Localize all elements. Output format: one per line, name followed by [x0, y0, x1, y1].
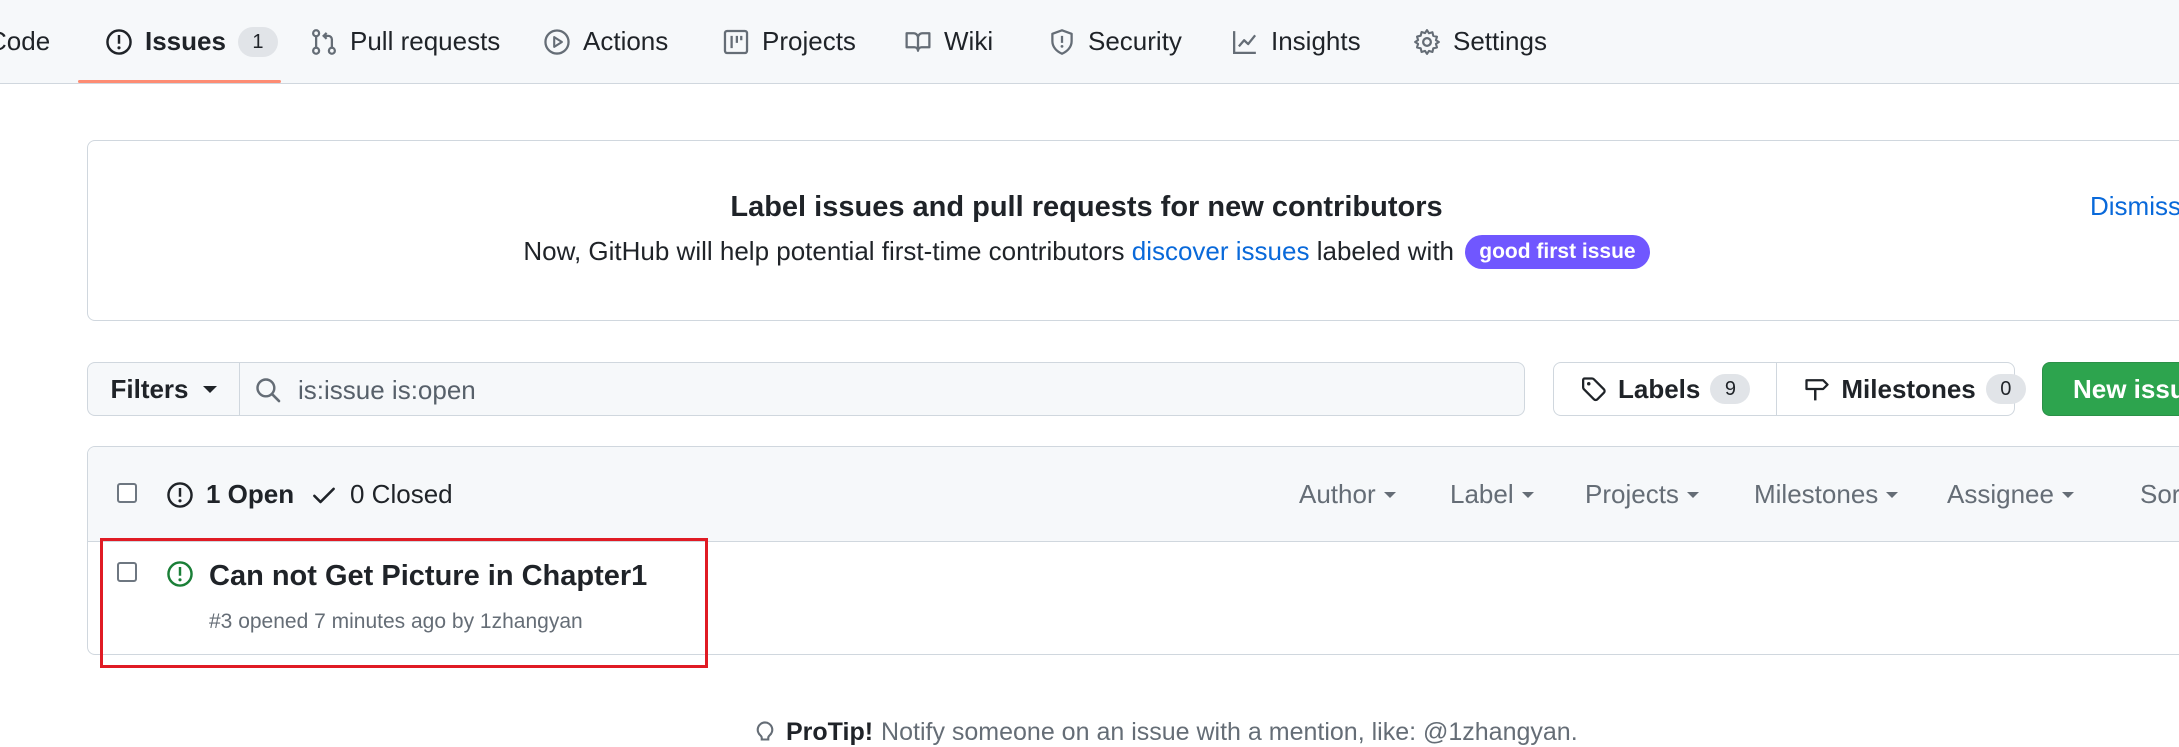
new-contributors-banner: Label issues and pull requests for new c…	[87, 140, 2179, 321]
closed-issues-filter[interactable]: 0 Closed	[310, 479, 453, 510]
tab-label: Issues	[145, 26, 226, 56]
tab-label: Actions	[583, 26, 669, 56]
tab-code[interactable]: Code	[0, 0, 50, 83]
projects-filter-menu[interactable]: Projects	[1585, 479, 1699, 510]
tab-insights[interactable]: Insights	[1231, 0, 1361, 83]
open-issues-filter[interactable]: 1 Open	[166, 479, 294, 510]
assignee-filter-menu[interactable]: Assignee	[1947, 479, 2074, 510]
tab-label: Wiki	[944, 26, 994, 56]
issue-checkbox[interactable]	[117, 562, 137, 582]
tab-label: Settings	[1453, 26, 1547, 56]
discover-issues-link[interactable]: discover issues	[1132, 236, 1310, 266]
issue-opened-icon	[106, 28, 132, 55]
light-bulb-icon	[756, 720, 774, 741]
chevron-down-icon	[202, 385, 217, 393]
banner-title: Label issues and pull requests for new c…	[730, 191, 1443, 223]
menu-label: Milestones	[1754, 479, 1879, 509]
milestones-label: Milestones	[1841, 373, 1976, 404]
tab-settings[interactable]: Settings	[1413, 0, 1547, 83]
tab-label: Projects	[762, 26, 856, 56]
banner-text-before: Now, GitHub will help potential first-ti…	[523, 236, 1125, 266]
menu-label: Assignee	[1947, 479, 2054, 509]
author-filter-menu[interactable]: Author	[1299, 479, 1396, 510]
labels-count: 9	[1710, 374, 1751, 404]
tab-label: Pull requests	[350, 26, 501, 56]
dismiss-button[interactable]: Dismiss	[2090, 191, 2179, 222]
chevron-down-icon	[1886, 491, 1899, 498]
menu-label: Label	[1450, 479, 1514, 509]
protip: ProTip! Notify someone on an issue with …	[752, 718, 1578, 747]
select-all-checkbox[interactable]	[117, 483, 137, 503]
labels-button[interactable]: Labels 9	[1554, 363, 1776, 415]
issue-opened-icon	[167, 481, 193, 508]
chevron-down-icon	[2061, 491, 2074, 498]
tag-icon	[1582, 377, 1606, 402]
chevron-down-icon	[1686, 491, 1699, 498]
issue-time[interactable]: 7 minutes ago	[314, 610, 446, 633]
protip-text: Notify someone on an issue with a mentio…	[881, 718, 1578, 746]
tab-wiki[interactable]: Wiki	[904, 0, 993, 83]
tab-security[interactable]: Security	[1048, 0, 1182, 83]
tab-actions[interactable]: Actions	[543, 0, 668, 83]
issue-row[interactable]: Can not Get Picture in Chapter1 #3 opene…	[88, 542, 2179, 654]
label-filter-menu[interactable]: Label	[1450, 479, 1534, 510]
book-icon	[905, 31, 931, 52]
filters-label: Filters	[110, 373, 189, 404]
milestones-count: 0	[1985, 374, 2026, 404]
menu-label: Sort	[2140, 479, 2179, 509]
gear-icon	[1414, 28, 1440, 55]
git-pull-request-icon	[312, 28, 336, 55]
issue-search	[239, 362, 1525, 417]
new-issue-button[interactable]: New issue	[2042, 362, 2179, 416]
banner-text-after: labeled with	[1316, 236, 1455, 266]
chevron-down-icon	[1383, 491, 1396, 498]
tab-issues[interactable]: Issues 1	[105, 0, 278, 83]
issue-title-link[interactable]: Can not Get Picture in Chapter1	[209, 560, 647, 593]
shield-icon	[1051, 28, 1073, 55]
issue-number: #3	[209, 610, 233, 633]
banner-text: Now, GitHub will help potential first-ti…	[20, 235, 2153, 269]
issues-list: 1 Open 0 Closed Author Label Projects Mi…	[87, 446, 2179, 655]
sort-menu[interactable]: Sort	[2140, 479, 2179, 510]
milestone-icon	[1805, 379, 1830, 401]
search-input[interactable]	[296, 363, 1500, 417]
issue-by-text: by	[451, 610, 475, 633]
menu-label: Projects	[1585, 479, 1679, 509]
tab-label: Security	[1088, 26, 1182, 56]
good-first-issue-label[interactable]: good first issue	[1465, 235, 1650, 269]
milestones-button[interactable]: Milestones 0	[1776, 363, 2051, 415]
issue-author-link[interactable]: 1zhangyan	[480, 610, 583, 633]
check-icon	[313, 487, 335, 503]
issue-meta: #3 opened 7 minutes ago by 1zhangyan	[209, 610, 583, 634]
table-icon	[723, 29, 749, 54]
search-icon	[256, 378, 281, 403]
protip-label: ProTip!	[786, 718, 874, 746]
chevron-down-icon	[1521, 491, 1534, 498]
tab-label: Code	[0, 26, 51, 56]
selected-tab-underline	[78, 80, 281, 83]
repo-nav: Code Issues 1 Pull requests Actions Proj…	[0, 0, 2179, 84]
play-icon	[544, 28, 570, 55]
closed-issues-label: 0 Closed	[350, 479, 453, 509]
filters-button[interactable]: Filters	[87, 362, 239, 416]
menu-label: Author	[1299, 479, 1376, 509]
issue-opened-icon	[167, 561, 193, 587]
issues-list-header: 1 Open 0 Closed Author Label Projects Mi…	[88, 447, 2179, 542]
open-issues-label: 1 Open	[206, 479, 295, 509]
tab-projects[interactable]: Projects	[722, 0, 856, 83]
graph-icon	[1233, 30, 1257, 54]
tab-label: Insights	[1271, 26, 1361, 56]
labels-milestones-group: Labels 9 Milestones 0	[1553, 362, 2026, 416]
issues-count-badge: 1	[237, 26, 278, 57]
milestones-filter-menu[interactable]: Milestones	[1754, 479, 1899, 510]
labels-label: Labels	[1618, 373, 1701, 404]
tab-pull-requests[interactable]: Pull requests	[310, 0, 500, 83]
issue-opened-text: opened	[238, 610, 309, 633]
